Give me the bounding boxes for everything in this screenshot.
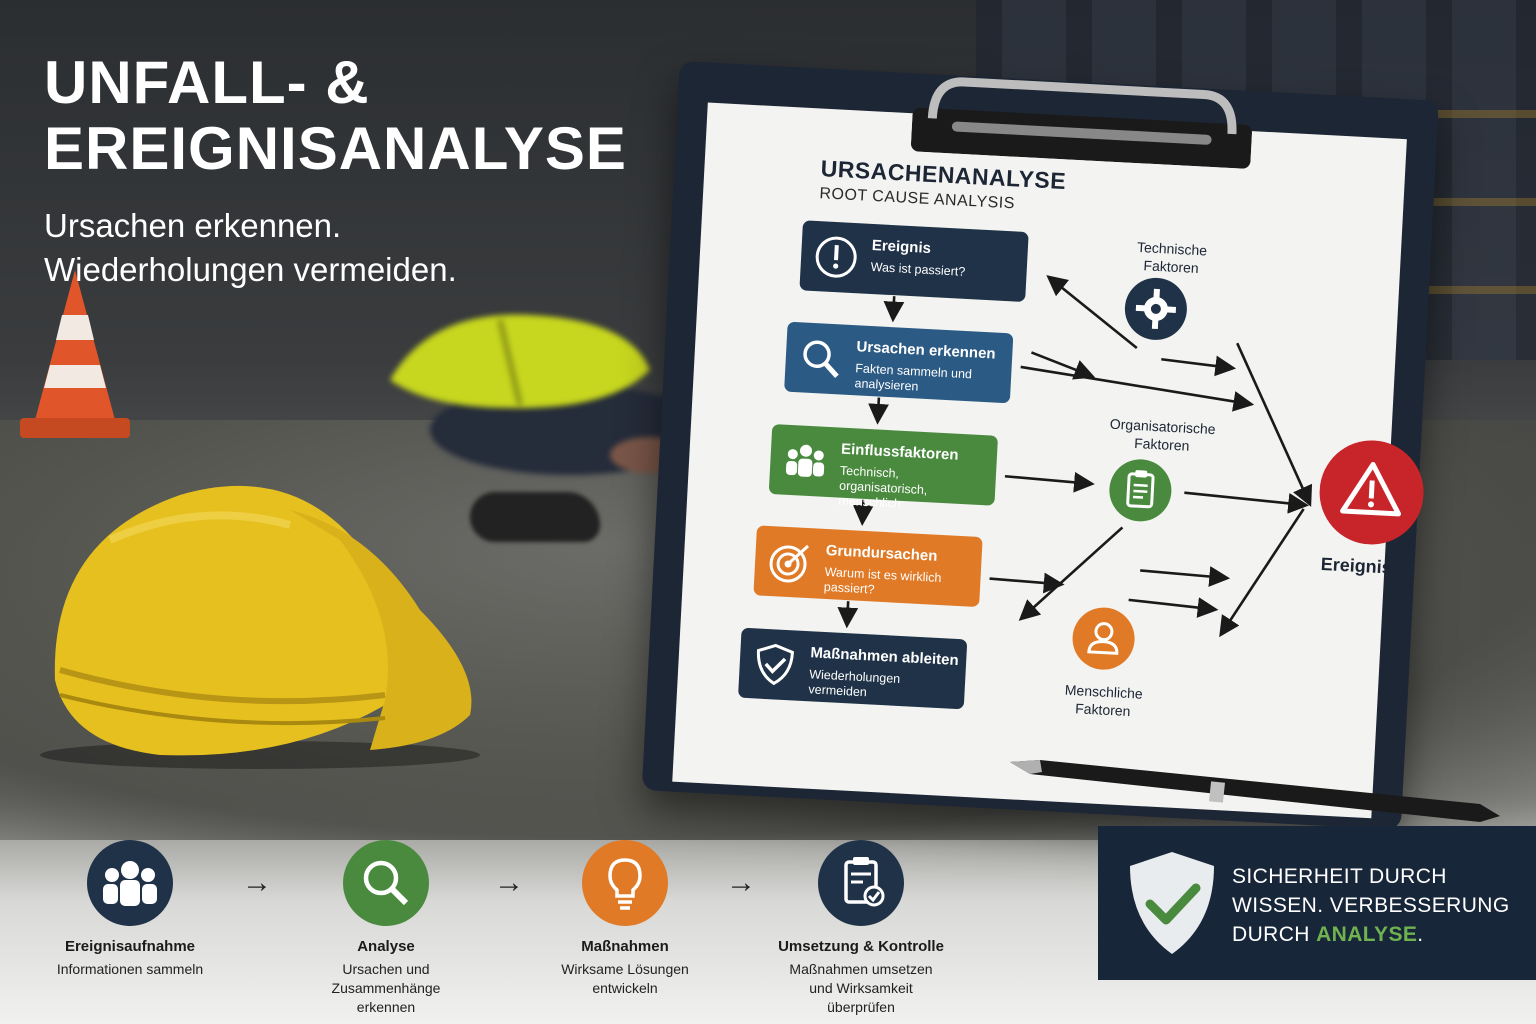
process-desc-line2: und Wirksamkeit — [809, 980, 913, 996]
process-desc-line3: erkennen — [356, 999, 416, 1015]
pen-image — [1010, 760, 1500, 822]
step-title: Einflussfaktoren — [840, 440, 959, 464]
step-massnahmen-ableiten: Maßnahmen ableiten Wiederholungen vermei… — [737, 627, 968, 710]
search-icon — [803, 340, 839, 378]
process-desc-line1: Maßnahmen umsetzen — [789, 961, 933, 977]
process-desc: Wirksame Lösungen entwickeln — [525, 960, 725, 998]
step-ereignis: Ereignis Was ist passiert? — [799, 220, 1029, 303]
factor-technical: Technische Faktoren — [1101, 236, 1243, 279]
process-desc-line3: überprüfen — [827, 999, 895, 1015]
gear-icon — [1124, 277, 1187, 340]
target-icon — [769, 544, 810, 583]
shield-check-icon — [756, 643, 794, 686]
lightbulb-icon — [582, 840, 668, 926]
page-title: UNFALL- & EREIGNISANALYSE — [44, 50, 627, 182]
step-ursachen-erkennen: Ursachen erkennen Fakten sammeln und ana… — [784, 321, 1014, 404]
process-step-umsetzung-kontrolle: Umsetzung & Kontrolle Maßnahmen umsetzen… — [761, 840, 961, 1017]
analysis-sheet: URSACHENANALYSE ROOT CAUSE ANALYSIS Erei… — [668, 85, 1424, 822]
process-label: Ereignisaufnahme — [64, 938, 196, 955]
process-step-massnahmen: Maßnahmen Wirksame Lösungen entwickeln — [525, 840, 725, 998]
person-icon — [1072, 607, 1135, 670]
arrow-right-icon: → — [494, 866, 524, 899]
process-desc: Maßnahmen umsetzen und Wirksamkeit überp… — [761, 960, 961, 1017]
clipboard-check-icon — [818, 840, 904, 926]
alert-icon — [815, 236, 857, 278]
arrow-right-icon: → — [242, 866, 272, 899]
process-desc: Ursachen und Zusammenhänge erkennen — [286, 960, 486, 1017]
hard-hat-image — [40, 485, 480, 769]
process-step-ereignisaufnahme: Ereignisaufnahme Informationen sammeln — [30, 840, 230, 979]
people-icon — [87, 840, 173, 926]
process-label: Umsetzung & Kontrolle — [778, 938, 944, 955]
step-desc: Wiederholungen vermeiden — [808, 667, 901, 700]
slogan-suffix: . — [1417, 923, 1424, 946]
arrow-right-icon: → — [726, 866, 756, 899]
slogan-line2: WISSEN. VERBESSERUNG — [1232, 894, 1510, 917]
step-grundursachen: Grundursachen Warum ist es wirklich pass… — [753, 525, 983, 608]
process-desc: Informationen sammeln — [30, 960, 230, 979]
step-desc: Fakten sammeln und analysieren — [854, 361, 973, 394]
process-label: Maßnahmen — [581, 938, 669, 955]
slogan-highlight: ANALYSE — [1316, 923, 1418, 946]
step-title: Ursachen erkennen — [856, 338, 996, 363]
process-label: Analyse — [357, 938, 415, 955]
shield-check-icon — [1130, 852, 1214, 954]
step-title: Maßnahmen ableiten — [809, 644, 960, 670]
safety-banner: SICHERHEIT DURCH WISSEN. VERBESSERUNG DU… — [1098, 826, 1536, 980]
traffic-cone-image — [20, 270, 130, 438]
event-label: Ereignis — [1320, 553, 1393, 578]
process-desc-line1: Ursachen und — [342, 961, 430, 977]
title-line-1: UNFALL- & — [44, 49, 370, 116]
factor-human: Menschliche Faktoren — [1032, 679, 1174, 722]
step-title: Grundursachen — [825, 541, 938, 565]
slogan-line3: DURCH ANALYSE. — [1232, 920, 1510, 949]
step-einflussfaktoren: Einflussfaktoren Technisch, organisatori… — [768, 423, 999, 511]
step-desc: Was ist passiert? — [870, 259, 966, 279]
subtitle-line-1: Ursachen erkennen. — [44, 207, 342, 244]
step-desc: Technisch, organisatorisch, menschlich — [838, 463, 928, 511]
slogan-line1: SICHERHEIT DURCH — [1232, 865, 1447, 888]
clipboard-icon — [1109, 459, 1172, 522]
step-desc: Warum ist es wirklich passiert? — [823, 564, 942, 597]
safety-slogan: SICHERHEIT DURCH WISSEN. VERBESSERUNG DU… — [1232, 862, 1510, 949]
page-subtitle: Ursachen erkennen. Wiederholungen vermei… — [44, 204, 457, 292]
warning-icon — [1319, 440, 1424, 545]
process-desc-line1: Wirksame Lösungen — [561, 961, 689, 977]
process-desc-line1: Informationen sammeln — [56, 961, 204, 977]
slogan-prefix: DURCH — [1232, 923, 1317, 946]
process-step-analyse: Analyse Ursachen und Zusammenhänge erken… — [286, 840, 486, 1017]
step-title: Ereignis — [871, 236, 932, 258]
title-line-2: EREIGNISANALYSE — [44, 115, 627, 182]
people-icon — [785, 444, 825, 477]
process-desc-line2: Zusammenhänge — [331, 980, 441, 996]
subtitle-line-2: Wiederholungen vermeiden. — [44, 251, 457, 288]
process-desc-line2: entwickeln — [592, 980, 658, 996]
search-icon — [343, 840, 429, 926]
